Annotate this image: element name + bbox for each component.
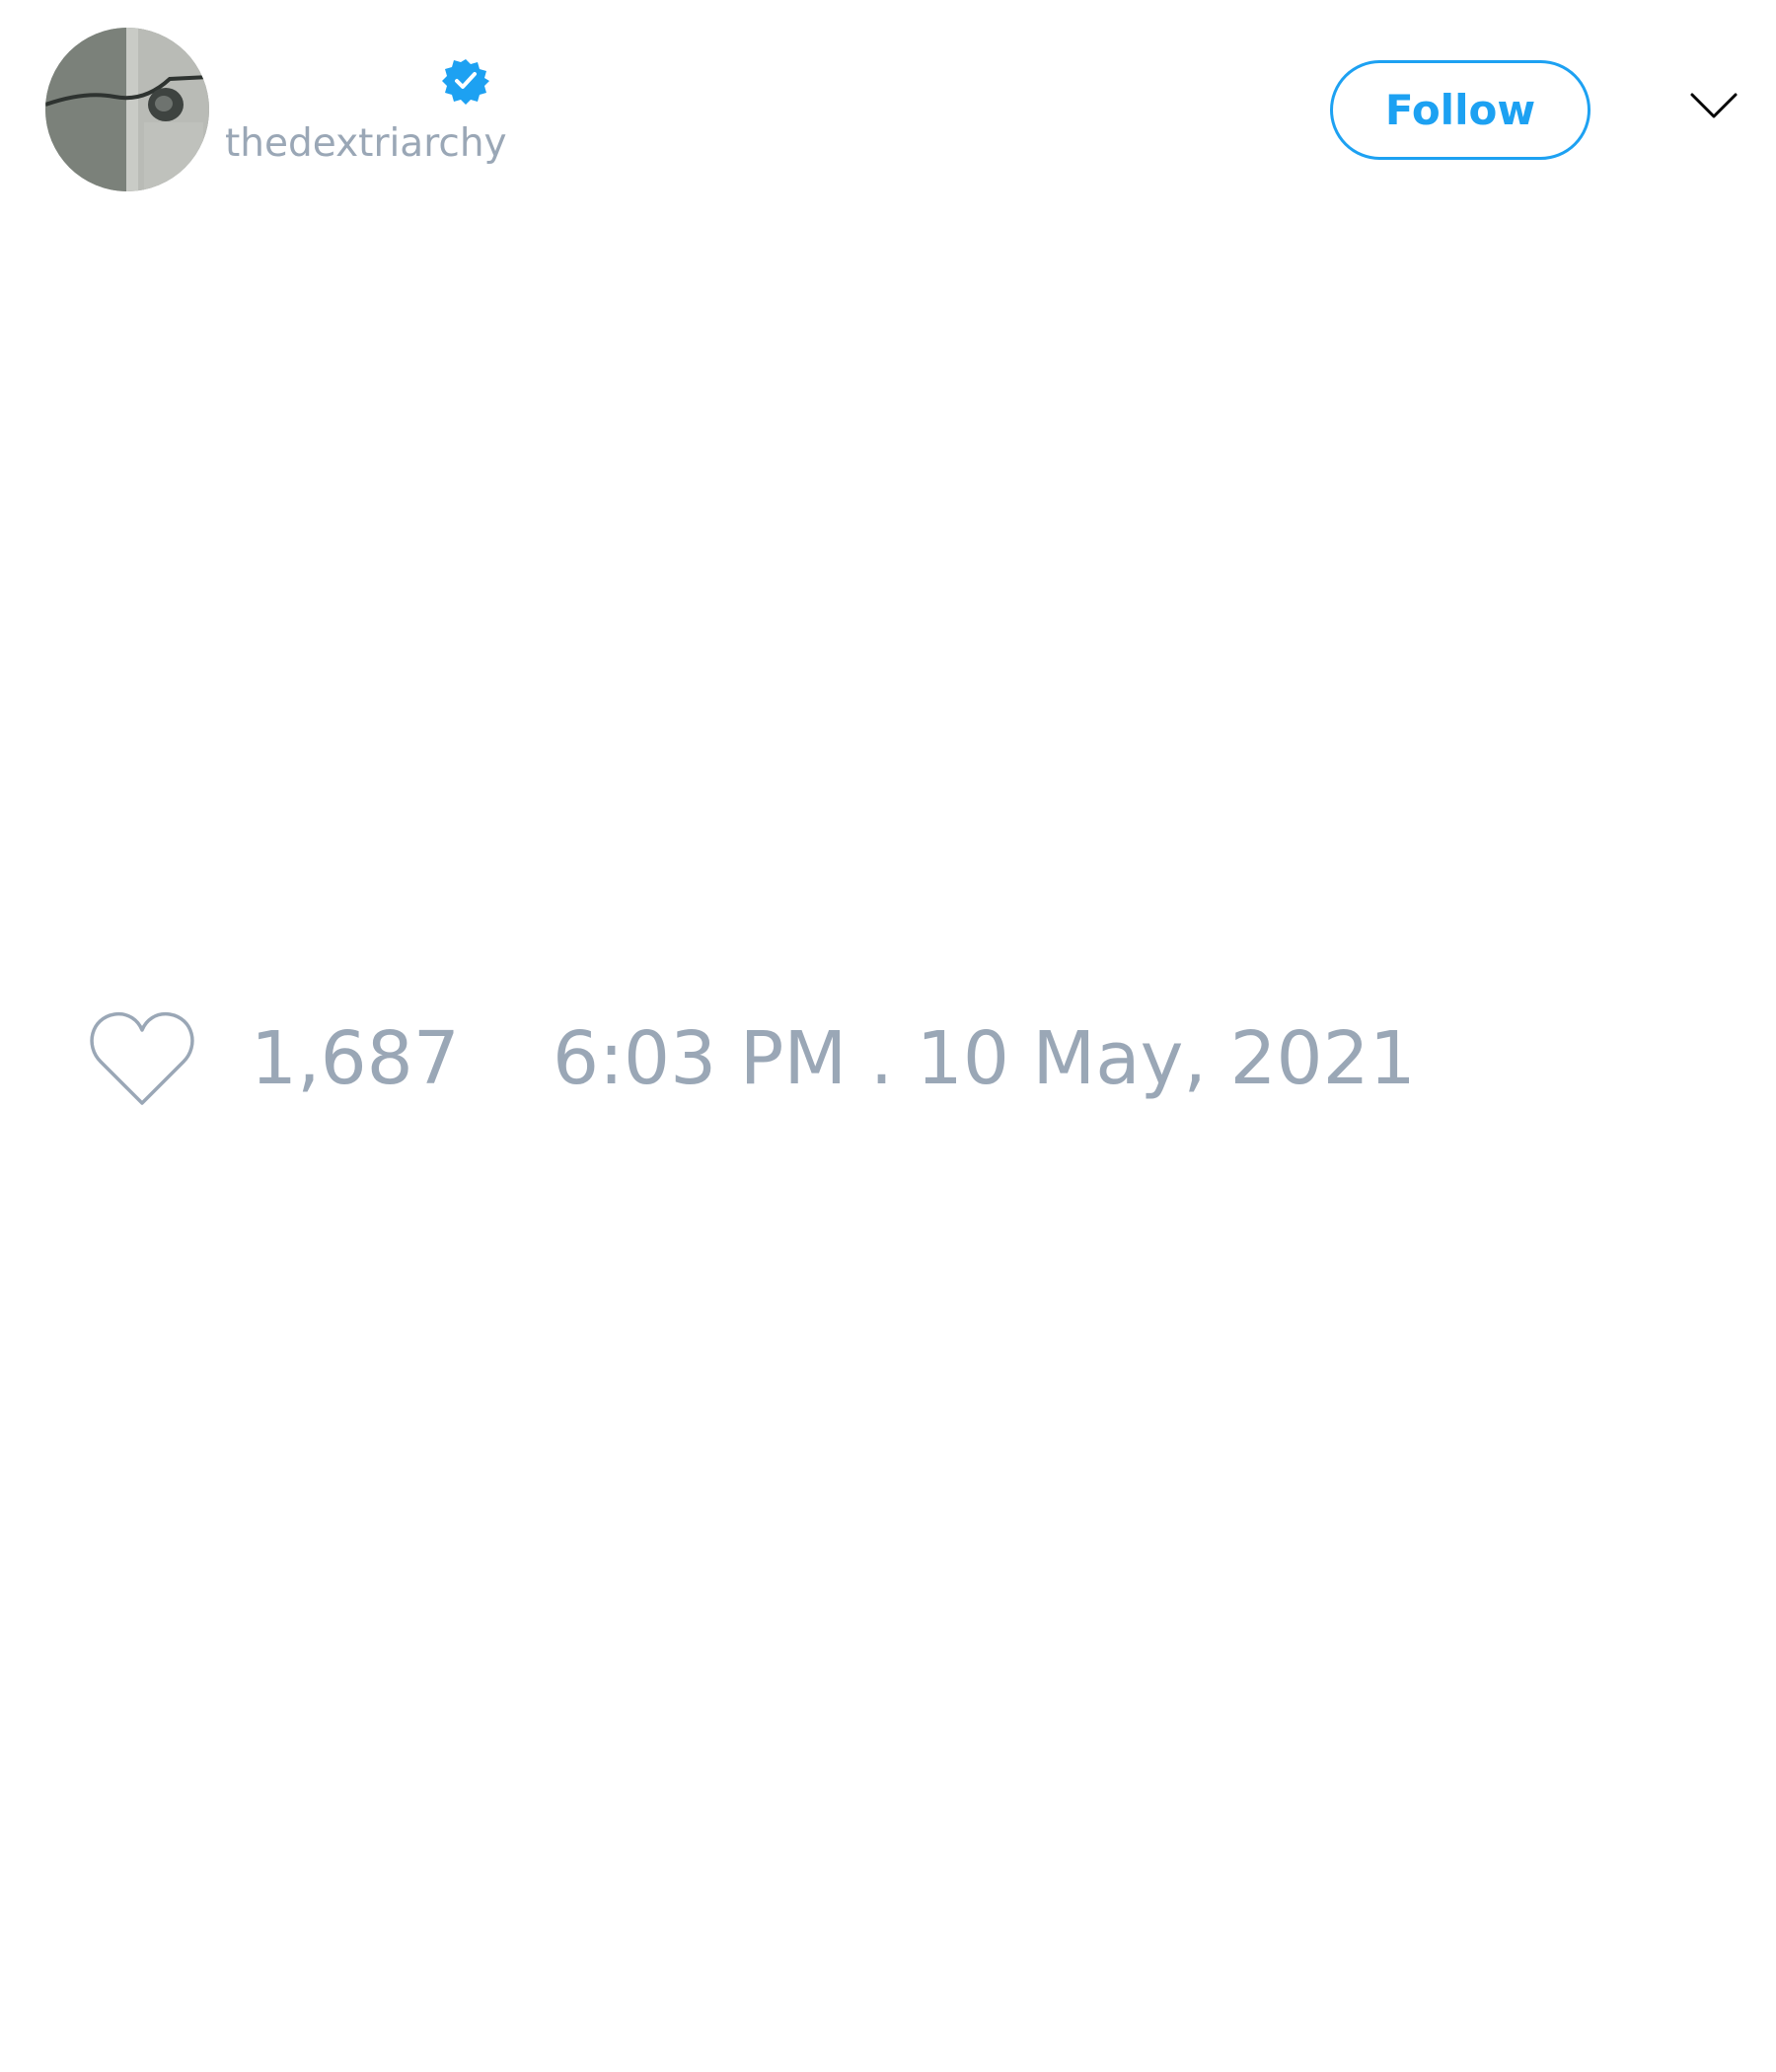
heart-outline-icon[interactable] bbox=[89, 1010, 195, 1107]
tweet-card: thedextriarchy Follow 1,687 6:03 PM . 10… bbox=[0, 0, 1776, 2072]
user-handle[interactable]: thedextriarchy bbox=[225, 124, 507, 163]
verified-badge-icon bbox=[442, 59, 489, 105]
avatar-photo bbox=[45, 28, 209, 191]
follow-button[interactable]: Follow bbox=[1330, 60, 1591, 160]
avatar[interactable] bbox=[45, 28, 209, 191]
tweet-timestamp[interactable]: 6:03 PM . 10 May, 2021 bbox=[553, 1022, 1416, 1095]
like-count: 1,687 bbox=[251, 1016, 460, 1101]
chevron-down-icon[interactable] bbox=[1689, 91, 1739, 120]
